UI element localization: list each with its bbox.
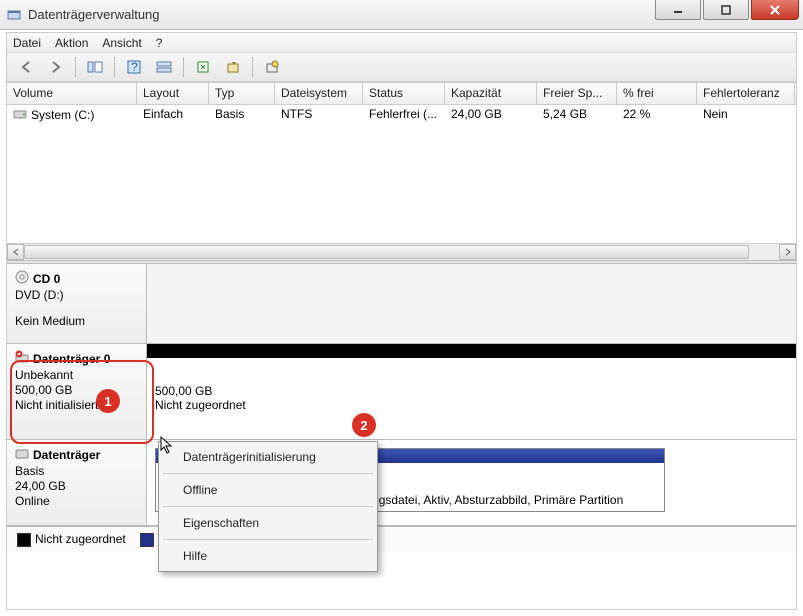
volume-list[interactable]: System (C:) Einfach Basis NTFS Fehlerfre… (7, 105, 796, 260)
scroll-thumb[interactable] (24, 245, 749, 259)
cell-type: Basis (209, 105, 275, 125)
disk-name: Datenträger (33, 448, 100, 462)
col-layout[interactable]: Layout (137, 83, 209, 104)
scroll-track[interactable] (24, 244, 779, 260)
context-menu-properties[interactable]: Eigenschaften (161, 510, 375, 536)
toolbar-sep (75, 57, 76, 77)
scroll-left-icon[interactable] (7, 244, 24, 260)
disk-online-status: Online (15, 494, 138, 508)
menu-file[interactable]: Datei (13, 36, 41, 50)
disk-panes: CD 0 DVD (D:) Kein Medium Datenträger 0 … (7, 264, 796, 526)
disk-row-cd0[interactable]: CD 0 DVD (D:) Kein Medium (7, 264, 796, 344)
disk-name: CD 0 (33, 272, 60, 286)
disk-subtitle: DVD (D:) (15, 288, 138, 302)
toolbar-sep (252, 57, 253, 77)
volume-row[interactable]: System (C:) Einfach Basis NTFS Fehlerfre… (7, 105, 796, 125)
partition-status: Nicht zugeordnet (155, 398, 788, 412)
context-menu-initialize[interactable]: Datenträgerinitialisierung (161, 444, 375, 470)
partition-info: 500,00 GB Nicht zugeordnet (147, 358, 796, 439)
col-type[interactable]: Typ (209, 83, 275, 104)
context-menu-offline[interactable]: Offline (161, 477, 375, 503)
disk-size: 24,00 GB (15, 479, 138, 493)
menu-view[interactable]: Ansicht (102, 36, 141, 50)
disk-label-cd0: CD 0 DVD (D:) Kein Medium (7, 264, 147, 343)
titlebar: Datenträgerverwaltung (0, 0, 803, 30)
legend: Nicht zugeordnet Primäre Partition (7, 526, 796, 552)
settings-icon[interactable] (261, 56, 283, 78)
col-status[interactable]: Status (363, 83, 445, 104)
swatch-black (17, 533, 31, 547)
forward-button[interactable] (45, 56, 67, 78)
col-pctfree[interactable]: % frei (617, 83, 697, 104)
toolbar: ? (6, 52, 797, 82)
cursor-icon (160, 436, 176, 459)
cell-free: 5,24 GB (537, 105, 617, 125)
disk-row-0[interactable]: Datenträger 0 Unbekannt 500,00 GB Nicht … (7, 344, 796, 440)
annotation-badge-1: 1 (96, 389, 120, 413)
disk-state: Unbekannt (15, 368, 138, 382)
volume-name: System (C:) (31, 108, 94, 122)
svg-text:?: ? (131, 60, 138, 74)
disk-label-1: Datenträger Basis 24,00 GB Online (7, 440, 147, 525)
drive-icon (13, 108, 27, 123)
menu-help[interactable]: ? (156, 36, 163, 50)
partition-size: 500,00 GB (155, 384, 788, 398)
app-icon (6, 7, 22, 23)
disk-label-0: Datenträger 0 Unbekannt 500,00 GB Nicht … (7, 344, 147, 439)
maximize-button[interactable] (703, 0, 749, 20)
layout-button[interactable] (153, 56, 175, 78)
menubar: Datei Aktion Ansicht ? (6, 32, 797, 52)
context-menu-help[interactable]: Hilfe (161, 543, 375, 569)
cell-fs: NTFS (275, 105, 363, 125)
context-menu-separator (163, 506, 373, 507)
disk-body-0[interactable]: 500,00 GB Nicht zugeordnet (147, 344, 796, 439)
disk-name: Datenträger 0 (33, 352, 110, 366)
partition-bar-unallocated (147, 344, 796, 358)
window-title: Datenträgerverwaltung (28, 7, 160, 22)
back-button[interactable] (15, 56, 37, 78)
context-menu: Datenträgerinitialisierung Offline Eigen… (158, 441, 378, 572)
refresh-icon[interactable] (192, 56, 214, 78)
cell-capacity: 24,00 GB (445, 105, 537, 125)
col-capacity[interactable]: Kapazität (445, 83, 537, 104)
show-hide-button[interactable] (84, 56, 106, 78)
swatch-blue (140, 533, 154, 547)
disk-state: Basis (15, 464, 138, 478)
help-icon[interactable]: ? (123, 56, 145, 78)
close-button[interactable] (751, 0, 799, 20)
window-buttons (655, 0, 803, 20)
cell-layout: Einfach (137, 105, 209, 125)
cell-status: Fehlerfrei (... (363, 105, 445, 125)
toolbar-sep (183, 57, 184, 77)
disk-medium-status: Kein Medium (15, 314, 138, 328)
col-faulttol[interactable]: Fehlertoleranz (697, 83, 795, 104)
content-area: Volume Layout Typ Dateisystem Status Kap… (6, 82, 797, 610)
cell-pct: 22 % (617, 105, 697, 125)
cell-ft: Nein (697, 105, 795, 125)
properties-icon[interactable] (222, 56, 244, 78)
disk-body-cd0 (147, 264, 796, 343)
col-filesystem[interactable]: Dateisystem (275, 83, 363, 104)
context-menu-separator (163, 473, 373, 474)
toolbar-sep (114, 57, 115, 77)
cd-icon (15, 270, 29, 287)
context-menu-separator (163, 539, 373, 540)
volume-header: Volume Layout Typ Dateisystem Status Kap… (7, 83, 796, 105)
col-free[interactable]: Freier Sp... (537, 83, 617, 104)
col-volume[interactable]: Volume (7, 83, 137, 104)
minimize-button[interactable] (655, 0, 701, 20)
menu-action[interactable]: Aktion (55, 36, 88, 50)
disk-row-1[interactable]: Datenträger Basis 24,00 GB Online uslage… (7, 440, 796, 526)
scroll-right-icon[interactable] (779, 244, 796, 260)
annotation-badge-2: 2 (352, 413, 376, 437)
horizontal-scrollbar[interactable] (7, 243, 796, 260)
legend-unallocated: Nicht zugeordnet (17, 532, 126, 547)
disk-icon (15, 446, 29, 463)
disk-warning-icon (15, 350, 29, 367)
disk-size: 500,00 GB (15, 383, 138, 397)
